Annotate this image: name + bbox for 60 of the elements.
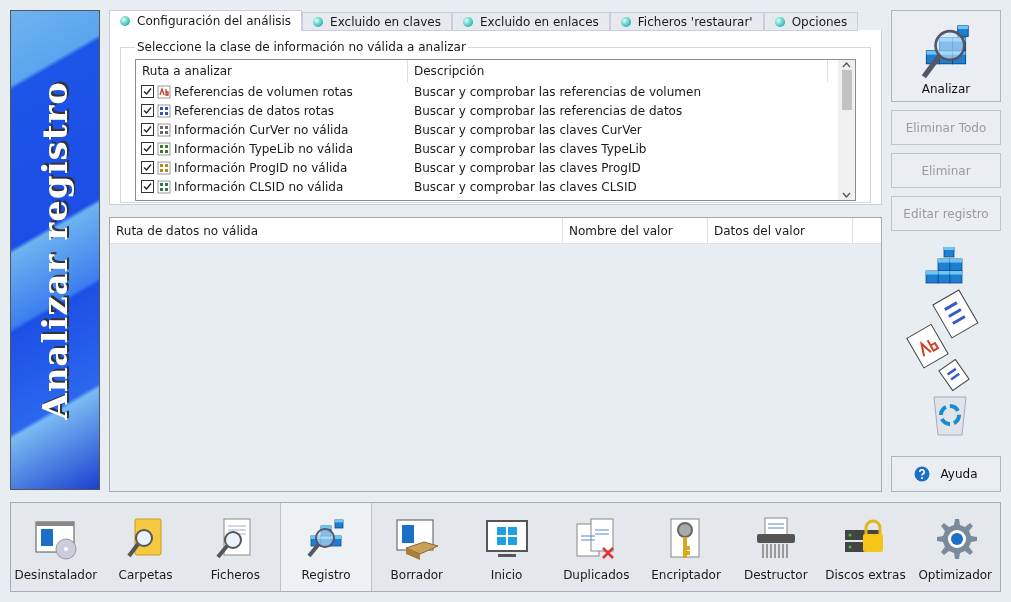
tab-dot-icon <box>774 16 785 27</box>
file-type-icon <box>157 141 171 156</box>
tab-dot-icon <box>313 16 324 27</box>
tab-dot-icon <box>463 16 473 27</box>
scroll-thumb[interactable] <box>841 70 852 110</box>
table-cell: Información CurVer no válida <box>174 122 349 137</box>
table-cell: Referencias de volumen rotas <box>174 84 353 99</box>
toolbar-item[interactable]: Encriptador <box>641 503 731 591</box>
checkbox[interactable] <box>141 180 154 193</box>
file-type-icon <box>157 84 171 99</box>
tab[interactable]: Ficheros 'restaurar' <box>609 12 764 31</box>
table-cell: Buscar y comprobar las claves CurVer <box>414 122 642 137</box>
group-title: Seleccione la clase de información no válida a analizar <box>136 40 467 54</box>
toolbar-item[interactable]: Destructor <box>730 503 821 591</box>
toolbar-item[interactable]: Ficheros <box>190 503 281 591</box>
toolbar-item[interactable]: Carpetas <box>100 503 191 591</box>
table-cell: Buscar y comprobar las claves CLSID <box>414 179 637 194</box>
scrollbar[interactable] <box>838 60 855 200</box>
scroll-up-icon[interactable] <box>842 62 851 68</box>
file-type-icon <box>157 122 171 137</box>
column-header[interactable]: Descripción <box>408 60 828 82</box>
toolbar-item[interactable]: Registro <box>280 503 372 591</box>
column-header[interactable]: Ruta de datos no válida <box>110 218 563 243</box>
toolbar-item[interactable]: Inicio <box>461 503 552 591</box>
table-cell: Información ProgID no válida <box>174 160 348 175</box>
checkbox[interactable] <box>141 85 154 98</box>
tab[interactable]: Excluido en claves <box>302 12 452 31</box>
toolbar-item[interactable]: Optimizador <box>910 503 1001 591</box>
toolbar-item[interactable]: Borrador <box>371 503 462 591</box>
column-header[interactable]: Nombre del valor <box>563 218 708 243</box>
checkbox[interactable] <box>141 123 154 136</box>
table-cell: Información TypeLib no válida <box>174 141 354 156</box>
table-cell: Información CLSID no válida <box>174 179 344 194</box>
toolbar-item[interactable]: Desinstalador <box>11 503 101 591</box>
tab-dot-icon <box>620 16 631 27</box>
tab[interactable]: Configuración del análisis <box>109 10 303 31</box>
file-type-icon <box>157 103 171 118</box>
checkbox[interactable] <box>141 161 154 174</box>
checkbox[interactable] <box>141 142 154 155</box>
tab-dot-icon <box>120 16 130 26</box>
window-box-icon <box>393 516 440 562</box>
file-type-icon <box>157 179 171 194</box>
column-header[interactable]: Datos del valor <box>708 218 853 243</box>
table-cell: Buscar y comprobar las claves ProgID <box>414 160 641 175</box>
checkbox[interactable] <box>141 104 154 117</box>
table-cell: Buscar y comprobar las referencias de datos <box>414 103 683 118</box>
toolbar-item[interactable]: Discos extras <box>820 503 911 591</box>
column-header[interactable]: Ruta a analizar <box>136 60 408 82</box>
tab[interactable]: Opciones <box>763 12 859 31</box>
table-cell: Buscar y comprobar las referencias de volumen <box>414 84 701 99</box>
help-icon <box>914 466 931 482</box>
scroll-down-icon[interactable] <box>842 192 851 198</box>
file-type-icon <box>157 160 171 175</box>
tab[interactable]: Excluido en enlaces <box>452 12 610 31</box>
table-cell: Buscar y comprobar las claves TypeLib <box>414 141 647 156</box>
table-cell: Referencias de datos rotas <box>174 103 335 118</box>
banner-title: Analizar registro <box>35 80 75 420</box>
help-button[interactable]: Ayuda <box>891 456 1001 492</box>
toolbar-item[interactable]: Duplicados <box>551 503 642 591</box>
analyze-button[interactable]: Analizar <box>891 10 1001 102</box>
